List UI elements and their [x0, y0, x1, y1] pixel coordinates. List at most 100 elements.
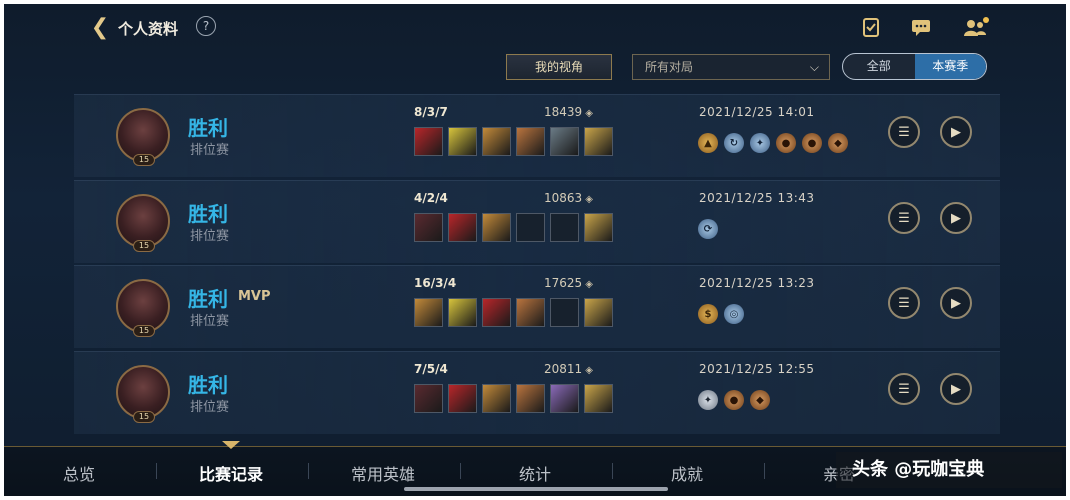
back-icon[interactable]: ❮: [88, 14, 112, 40]
header: ❮ 个人资料 ?: [4, 4, 1066, 50]
equipment-item: [516, 127, 545, 156]
list-icon: ☰: [898, 295, 910, 311]
replay-button[interactable]: ▶: [940, 373, 972, 405]
match-detail-button[interactable]: ☰: [888, 202, 920, 234]
mvp-label: MVP: [238, 289, 271, 304]
achievement-badge-icon: $: [698, 304, 718, 324]
hero-avatar: 15: [116, 279, 170, 337]
tab-0[interactable]: 总览: [4, 461, 154, 485]
equipment-item: [482, 127, 511, 156]
help-icon[interactable]: ?: [196, 16, 216, 36]
tab-2[interactable]: 常用英雄: [308, 461, 458, 485]
badge-list: ✦ ● ◆: [698, 390, 770, 410]
equipment-item: [550, 384, 579, 413]
achievement-badge-icon: ●: [724, 390, 744, 410]
kda: 4/2/4: [414, 191, 448, 205]
equipment-item: [414, 127, 443, 156]
coin-icon: ◈: [585, 108, 593, 119]
match-row[interactable]: 15 胜利 排位赛 4/2/4 10863 ◈ 2021/12/25 13:43 …: [74, 180, 1000, 263]
replay-button[interactable]: ▶: [940, 287, 972, 319]
equipment-item: [448, 384, 477, 413]
equipment-item: [414, 213, 443, 242]
equipment-list: [414, 213, 613, 242]
list-icon: ☰: [898, 210, 910, 226]
replay-button[interactable]: ▶: [940, 116, 972, 148]
equipment-list: [414, 298, 613, 327]
chat-icon[interactable]: [910, 16, 932, 38]
equipment-item: [448, 127, 477, 156]
match-row[interactable]: 15 胜利 排位赛 8/3/7 18439 ◈ 2021/12/25 14:01 …: [74, 94, 1000, 177]
equipment-item: [550, 213, 579, 242]
match-result: 胜利: [188, 373, 228, 397]
my-view-button[interactable]: 我的视角: [506, 54, 612, 80]
hero-avatar: 15: [116, 365, 170, 423]
badge-list: ⟳: [698, 219, 718, 239]
toggle-all[interactable]: 全部: [843, 54, 915, 79]
watermark: 头条 @玩咖宝典: [836, 452, 1062, 488]
chevron-down-icon: ⌵: [809, 60, 819, 74]
achievement-badge-icon: ↻: [724, 133, 744, 153]
gold-number: 10863: [544, 191, 583, 205]
match-row[interactable]: 15 胜利 排位赛 7/5/4 20811 ◈ 2021/12/25 12:55 …: [74, 351, 1000, 434]
tab-divider: [460, 463, 461, 479]
tab-divider: [156, 463, 157, 479]
match-result: 胜利: [188, 116, 228, 140]
tab-4[interactable]: 成就: [612, 461, 762, 485]
match-detail-button[interactable]: ☰: [888, 116, 920, 148]
tab-divider: [308, 463, 309, 479]
equipment-item: [516, 213, 545, 242]
tab-3[interactable]: 统计: [460, 461, 610, 485]
equipment-item: [482, 213, 511, 242]
task-icon[interactable]: [860, 16, 882, 38]
achievement-badge-icon: ⟳: [698, 219, 718, 239]
equipment-item: [414, 298, 443, 327]
equipment-item: [584, 298, 613, 327]
equipment-item: [584, 213, 613, 242]
badge-list: ▲ ↻ ✦ ● ● ◆: [698, 133, 848, 153]
play-icon: ▶: [951, 295, 961, 311]
match-mode-select[interactable]: 所有对局 ⌵: [632, 54, 830, 80]
achievement-badge-icon: ◎: [724, 304, 744, 324]
equipment-item: [482, 384, 511, 413]
tab-1[interactable]: 比赛记录: [156, 461, 306, 485]
play-icon: ▶: [951, 210, 961, 226]
list-icon: ☰: [898, 124, 910, 140]
match-result: 胜利: [188, 202, 228, 226]
home-indicator[interactable]: [404, 487, 668, 491]
match-detail-button[interactable]: ☰: [888, 373, 920, 405]
friends-icon[interactable]: [962, 16, 990, 38]
achievement-badge-icon: ▲: [698, 133, 718, 153]
match-time: 2021/12/25 14:01: [699, 105, 815, 119]
season-toggle[interactable]: 全部 本赛季: [842, 53, 987, 80]
equipment-item: [584, 127, 613, 156]
list-icon: ☰: [898, 381, 910, 397]
tab-divider: [764, 463, 765, 479]
hero-level: 15: [133, 411, 155, 423]
equipment-item: [482, 298, 511, 327]
achievement-badge-icon: ◆: [750, 390, 770, 410]
coin-icon: ◈: [585, 194, 593, 205]
match-time: 2021/12/25 13:43: [699, 191, 815, 205]
match-row[interactable]: 15 胜利 MVP 排位赛 16/3/4 17625 ◈ 2021/12/25 1…: [74, 265, 1000, 348]
gold-value: 10863 ◈: [544, 191, 593, 205]
match-detail-button[interactable]: ☰: [888, 287, 920, 319]
equipment-item: [448, 298, 477, 327]
equipment-item: [448, 213, 477, 242]
replay-button[interactable]: ▶: [940, 202, 972, 234]
tab-divider: [612, 463, 613, 479]
hero-level: 15: [133, 325, 155, 337]
gold-number: 17625: [544, 276, 583, 290]
gold-value: 17625 ◈: [544, 276, 593, 290]
match-mode-value: 所有对局: [645, 60, 694, 74]
kda: 16/3/4: [414, 276, 457, 290]
badge-list: $ ◎: [698, 304, 744, 324]
app-screen: ❮ 个人资料 ? 我的视角 所有对局 ⌵ 全部 本赛季 15 胜利 排位赛 8/…: [4, 4, 1066, 496]
equipment-item: [550, 298, 579, 327]
gold-value: 20811 ◈: [544, 362, 593, 376]
page-title: 个人资料: [118, 20, 179, 38]
toggle-season[interactable]: 本赛季: [914, 54, 986, 79]
equipment-item: [516, 298, 545, 327]
equipment-item: [584, 384, 613, 413]
achievement-badge-icon: ✦: [698, 390, 718, 410]
equipment-list: [414, 127, 613, 156]
